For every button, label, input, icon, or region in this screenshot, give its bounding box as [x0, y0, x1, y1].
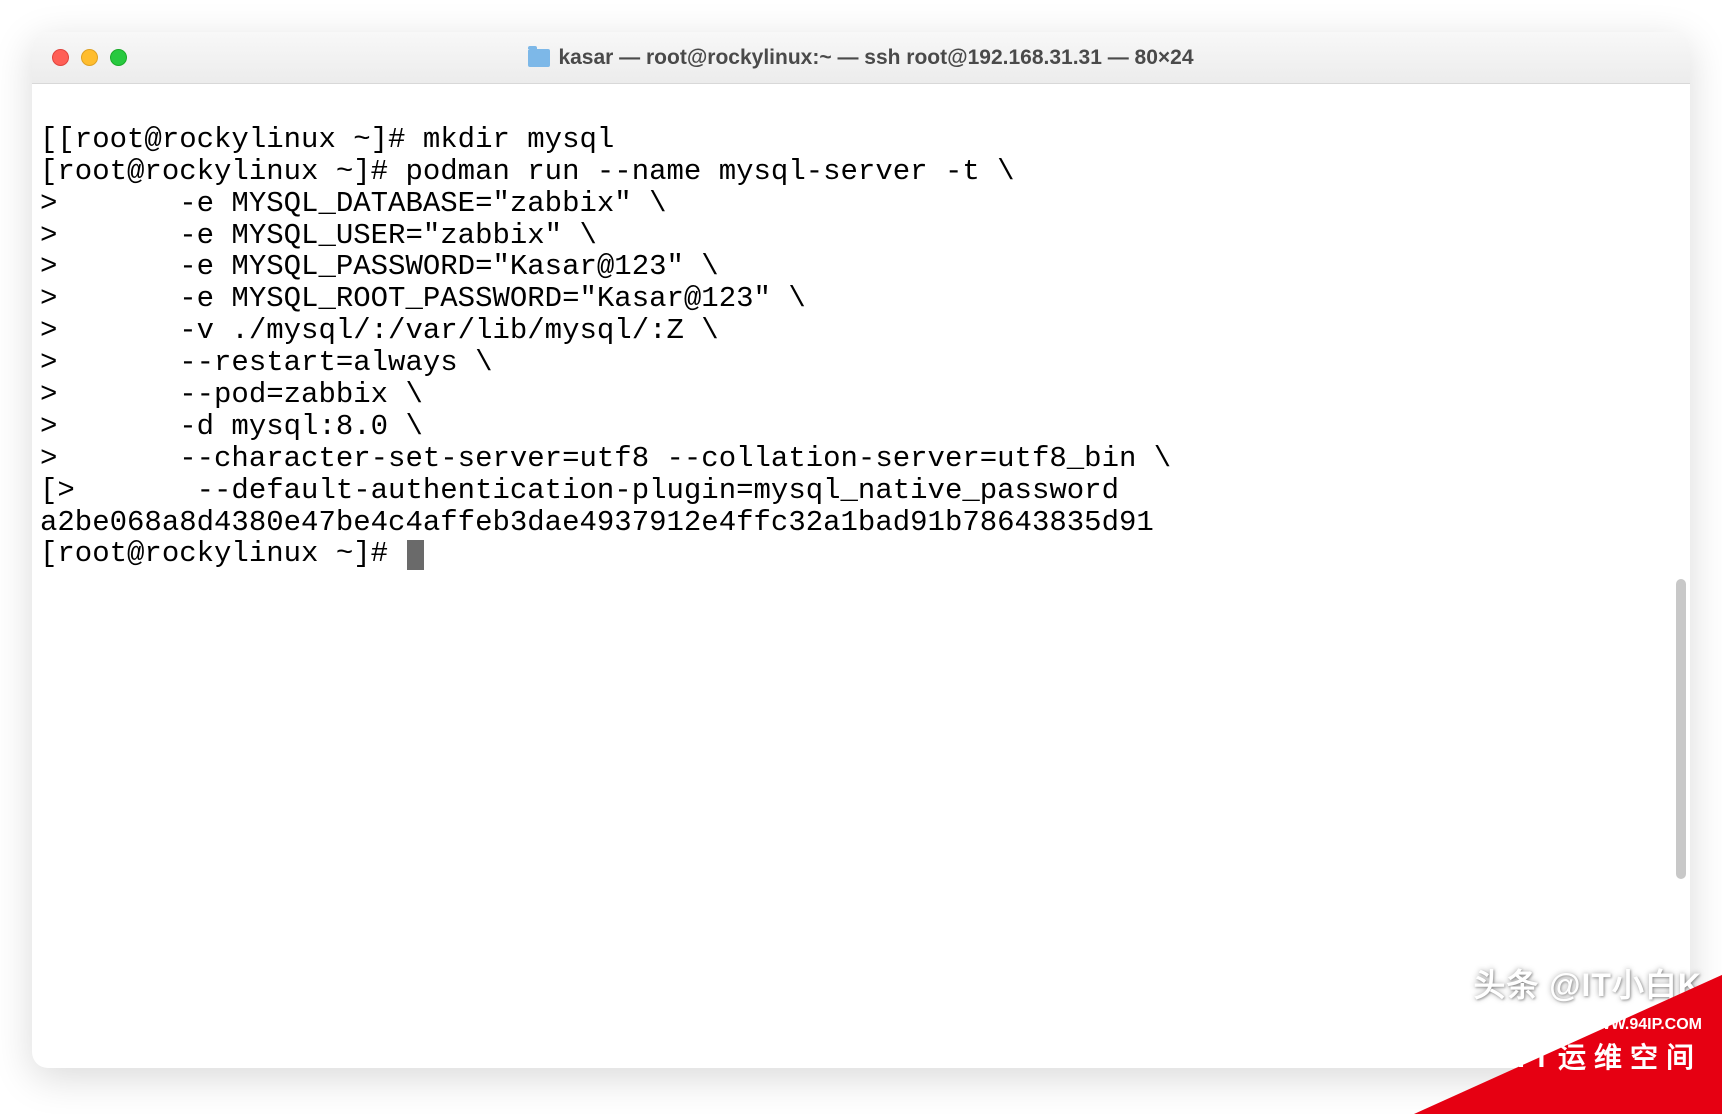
scrollbar[interactable]	[1676, 579, 1686, 879]
terminal-line: > --restart=always \	[40, 346, 492, 379]
maximize-button[interactable]	[110, 49, 127, 66]
terminal-window: kasar — root@rockylinux:~ — ssh root@192…	[32, 32, 1690, 1068]
terminal-line: > -e MYSQL_ROOT_PASSWORD="Kasar@123" \	[40, 282, 806, 315]
close-button[interactable]	[52, 49, 69, 66]
terminal-line: > -v ./mysql/:/var/lib/mysql/:Z \	[40, 314, 719, 347]
terminal-line: > -d mysql:8.0 \	[40, 410, 423, 443]
terminal-line: [root@rockylinux ~]# podman run --name m…	[40, 155, 1015, 188]
terminal-line: > -e MYSQL_PASSWORD="Kasar@123" \	[40, 250, 719, 283]
terminal-body[interactable]: [[root@rockylinux ~]# mkdir mysql [root@…	[32, 84, 1690, 1068]
minimize-button[interactable]	[81, 49, 98, 66]
terminal-line: a2be068a8d4380e47be4c4affeb3dae4937912e4…	[40, 506, 1154, 539]
window-title: kasar — root@rockylinux:~ — ssh root@192…	[528, 46, 1193, 70]
watermark-url: WWW.94IP.COM	[1581, 1016, 1703, 1034]
terminal-line: > --character-set-server=utf8 --collatio…	[40, 442, 1171, 475]
terminal-line: > --pod=zabbix \	[40, 378, 423, 411]
terminal-line: [[root@rockylinux ~]# mkdir mysql	[40, 123, 614, 156]
terminal-line: > -e MYSQL_DATABASE="zabbix" \	[40, 187, 667, 220]
watermark: 头条 @IT小白K WWW.94IP.COM IT运维空间	[1422, 960, 1702, 1078]
title-bar[interactable]: kasar — root@rockylinux:~ — ssh root@192…	[32, 32, 1690, 84]
terminal-line: > -e MYSQL_USER="zabbix" \	[40, 219, 597, 252]
traffic-lights	[52, 49, 127, 66]
window-title-text: kasar — root@rockylinux:~ — ssh root@192…	[558, 46, 1193, 70]
folder-icon	[528, 49, 550, 67]
terminal-line: [root@rockylinux ~]#	[40, 537, 405, 570]
terminal-line: [> --default-authentication-plugin=mysql…	[40, 474, 1119, 507]
watermark-bottom: WWW.94IP.COM IT运维空间	[1422, 1008, 1702, 1078]
cursor	[407, 540, 424, 570]
watermark-bottom-text: IT运维空间	[1517, 1036, 1702, 1076]
